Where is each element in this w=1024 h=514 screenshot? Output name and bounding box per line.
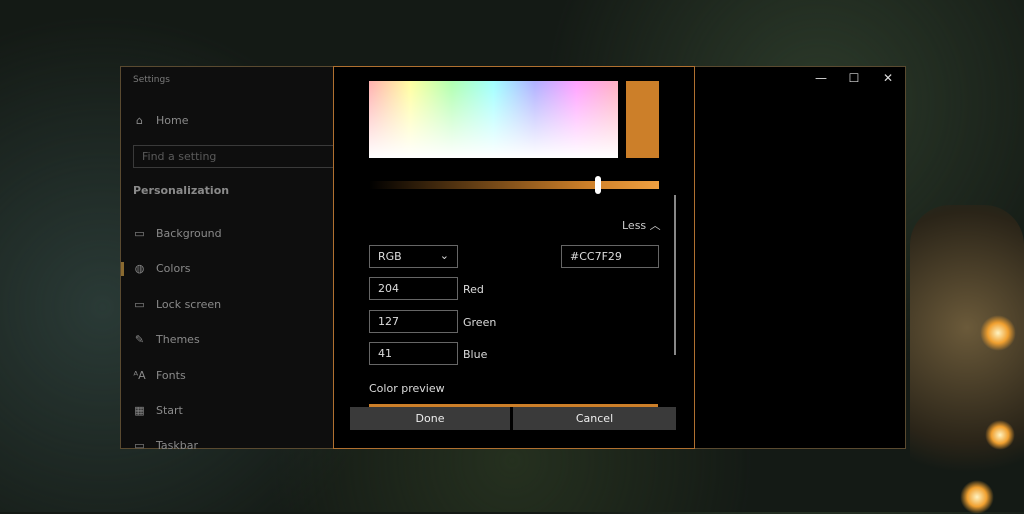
selected-color-swatch xyxy=(626,81,659,158)
background-light xyxy=(985,420,1015,450)
green-input[interactable]: 127 xyxy=(369,310,458,333)
settings-sidebar: Settings ⌂ Home Find a setting Personaliz… xyxy=(121,67,343,452)
taskbar-icon: ▭ xyxy=(134,439,145,452)
red-input[interactable]: 204 xyxy=(369,277,458,300)
color-preview-label: Color preview xyxy=(369,382,445,395)
selected-indicator xyxy=(121,262,124,276)
hex-input[interactable]: #CC7F29 xyxy=(561,245,659,268)
maximize-button[interactable]: ☐ xyxy=(844,71,864,85)
blue-label: Blue xyxy=(463,348,488,361)
nav-background[interactable]: ▭ Background xyxy=(133,227,222,240)
mode-value: RGB xyxy=(378,250,402,263)
start-icon: ▦ xyxy=(134,404,145,417)
background-lamp xyxy=(910,205,1024,512)
nav-fonts[interactable]: ᴬA Fonts xyxy=(133,369,186,382)
slider-thumb[interactable] xyxy=(595,176,602,194)
brightness-slider[interactable] xyxy=(369,181,659,189)
nav-lock-screen[interactable]: ▭ Lock screen xyxy=(133,298,221,311)
nav-themes[interactable]: ✎ Themes xyxy=(133,333,200,346)
nav-home[interactable]: ⌂ Home xyxy=(133,114,188,127)
chevron-down-icon: ⌄ xyxy=(439,249,449,262)
green-label: Green xyxy=(463,316,497,329)
cancel-button[interactable]: Cancel xyxy=(513,407,676,430)
nav-label: Colors xyxy=(156,262,191,275)
less-toggle[interactable]: Less ︿ xyxy=(622,217,661,233)
background-light xyxy=(980,315,1016,351)
fonts-icon: ᴬA xyxy=(133,369,146,382)
nav-label: Start xyxy=(156,404,183,417)
window-title: Settings xyxy=(133,75,170,85)
scrollbar[interactable] xyxy=(674,195,676,355)
minimize-button[interactable]: — xyxy=(811,71,831,85)
nav-colors[interactable]: ◍ Colors xyxy=(133,262,191,275)
close-button[interactable]: ✕ xyxy=(878,71,898,85)
blue-input[interactable]: 41 xyxy=(369,342,458,365)
color-mode-select[interactable]: RGB ⌄ xyxy=(369,245,458,268)
nav-label: Fonts xyxy=(156,369,186,382)
nav-label: Home xyxy=(156,114,189,127)
palette-icon: ◍ xyxy=(134,262,145,275)
color-spectrum[interactable] xyxy=(369,81,618,158)
themes-icon: ✎ xyxy=(134,333,145,346)
color-picker-dialog: Less ︿ RGB ⌄ #CC7F29 204 Red 127 Green 41… xyxy=(333,66,695,449)
search-input[interactable]: Find a setting xyxy=(133,145,343,168)
nav-label: Themes xyxy=(156,333,200,346)
done-button[interactable]: Done xyxy=(350,407,510,430)
nav-label: Taskbar xyxy=(156,439,198,452)
home-icon: ⌂ xyxy=(136,114,143,127)
background-light xyxy=(960,480,994,514)
nav-taskbar[interactable]: ▭ Taskbar xyxy=(133,439,198,452)
chevron-up-icon: ︿ xyxy=(649,219,661,232)
nav-label: Background xyxy=(156,227,222,240)
nav-label: Lock screen xyxy=(156,298,222,311)
image-icon: ▭ xyxy=(134,227,145,240)
nav-start[interactable]: ▦ Start xyxy=(133,404,183,417)
lock-screen-icon: ▭ xyxy=(134,298,145,311)
red-label: Red xyxy=(463,283,484,296)
section-title: Personalization xyxy=(133,184,230,197)
less-label: Less xyxy=(622,219,647,232)
